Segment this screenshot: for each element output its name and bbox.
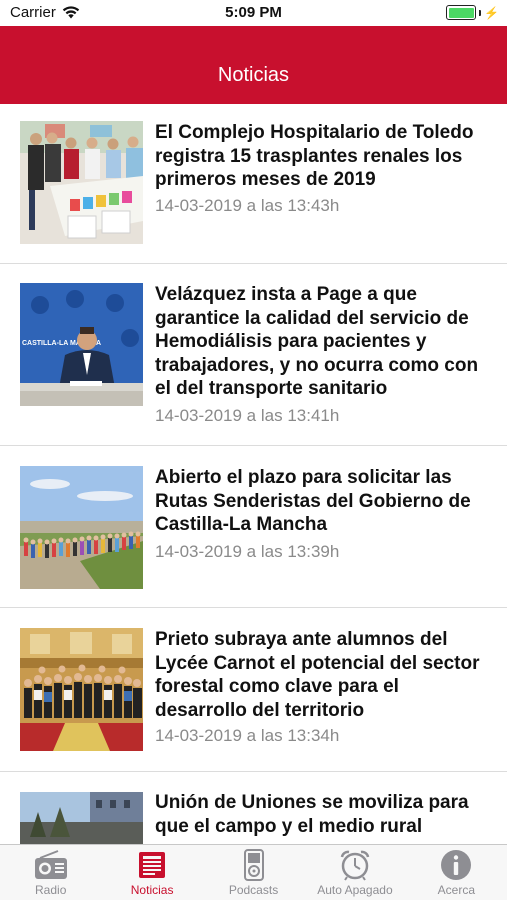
news-item[interactable]: Unión de Uniones se moviliza para que el… <box>0 772 507 844</box>
news-list[interactable]: El Complejo Hospitalario de Toledo regis… <box>0 104 507 844</box>
news-item[interactable]: CASTILLA-LA MANCHA Velázquez insta a Pag… <box>0 264 507 446</box>
tab-label: Podcasts <box>228 883 279 897</box>
info-icon <box>438 849 474 881</box>
news-item[interactable]: El Complejo Hospitalario de Toledo regis… <box>0 104 507 264</box>
status-time: 5:09 PM <box>225 4 282 21</box>
nav-title: Noticias <box>217 64 290 86</box>
news-thumbnail <box>20 628 143 751</box>
alarm-clock-icon <box>337 849 373 881</box>
status-right: ⚡ <box>446 5 499 20</box>
battery-tip <box>479 9 482 16</box>
news-date: 14-03-2019 a las 13:39h <box>155 542 340 561</box>
tab-podcasts[interactable]: Podcasts <box>203 845 304 900</box>
tab-radio[interactable]: Radio <box>0 845 101 900</box>
charging-bolt-icon: ⚡ <box>484 5 499 20</box>
news-date: 14-03-2019 a las 13:43h <box>155 196 340 215</box>
tab-label: Noticias <box>130 883 174 897</box>
newspaper-icon <box>134 849 170 881</box>
news-item[interactable]: Abierto el plazo para solicitar las Ruta… <box>0 446 507 608</box>
tab-label: Radio <box>35 883 67 897</box>
news-headline: Abierto el plazo para solicitar las Ruta… <box>155 467 471 535</box>
ipod-icon <box>236 849 272 881</box>
status-bar: Carrier 5:09 PM ⚡ <box>0 0 507 26</box>
news-headline: Velázquez insta a Page a que garantice l… <box>155 284 479 399</box>
news-date: 14-03-2019 a las 13:34h <box>155 726 340 745</box>
news-headline: Prieto subraya ante alumnos del Lycée Ca… <box>155 629 480 721</box>
news-thumbnail <box>20 466 143 589</box>
news-headline: Unión de Uniones se moviliza para que el… <box>155 792 469 837</box>
news-item[interactable]: Prieto subraya ante alumnos del Lycée Ca… <box>0 608 507 772</box>
news-thumbnail <box>20 121 143 244</box>
tab-noticias[interactable]: Noticias <box>101 845 202 900</box>
radio-icon <box>33 849 69 881</box>
tab-label: Acerca <box>437 883 475 897</box>
news-thumbnail <box>20 792 143 844</box>
battery-icon <box>446 5 477 20</box>
tab-bar: Radio Noticias Podcasts Auto Apagado Ace… <box>0 844 507 900</box>
tab-acerca[interactable]: Acerca <box>406 845 507 900</box>
news-date: 14-03-2019 a las 13:41h <box>155 406 340 425</box>
tab-label: Auto Apagado <box>317 883 393 897</box>
nav-bar: Noticias <box>0 26 507 104</box>
tab-auto-apagado[interactable]: Auto Apagado <box>304 845 405 900</box>
news-headline: El Complejo Hospitalario de Toledo regis… <box>155 122 474 190</box>
news-thumbnail: CASTILLA-LA MANCHA <box>20 283 143 406</box>
